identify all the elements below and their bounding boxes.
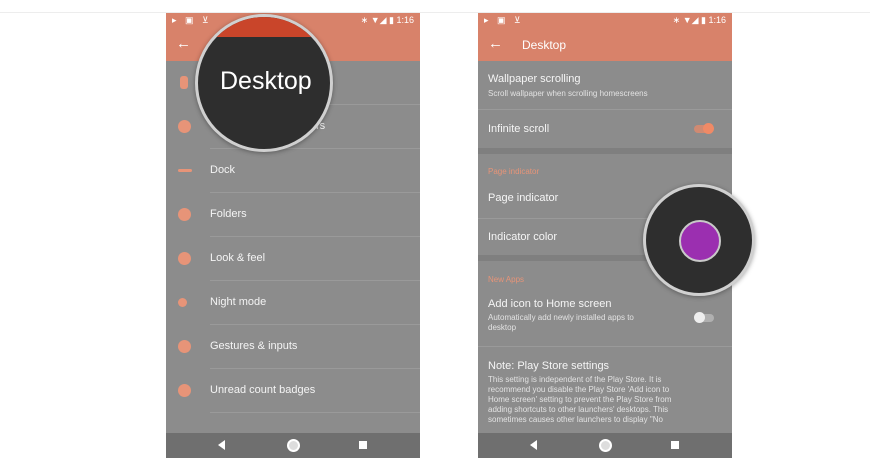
menu-item-label: Night mode — [210, 296, 267, 308]
emoji-icon — [178, 120, 191, 133]
setting-title: Indicator color — [488, 231, 558, 243]
app-bar: ← Desktop — [478, 29, 732, 61]
back-arrow-icon[interactable]: ← — [488, 35, 503, 52]
nav-home-icon[interactable] — [599, 439, 612, 452]
note-line: This setting is independent of the Play … — [488, 375, 662, 384]
magnified-desktop-label: Desktop — [220, 67, 312, 95]
menu-item-label: Unread count badges — [210, 384, 316, 396]
section-separator — [478, 148, 732, 154]
note-line: adding shortcuts to other launchers' des… — [488, 405, 669, 414]
setting-subtitle: Scroll wallpaper when scrolling homescre… — [488, 89, 648, 98]
top-separator-line — [0, 12, 870, 13]
menu-item-label: Look & feel — [210, 252, 266, 264]
back-arrow-icon[interactable]: ← — [176, 35, 191, 52]
magnifier-desktop: Desktop — [195, 14, 333, 152]
status-icons-left: ▸ ▣ ⊻ — [484, 15, 524, 25]
status-bar: ▸ ▣ ⊻ ∗ ▼◢ ▮ 1:16 — [478, 13, 732, 29]
menu-item-unread-badges[interactable]: Unread count badges — [166, 369, 420, 413]
folder-icon — [178, 208, 191, 221]
navigation-bar — [166, 433, 420, 458]
add-icon-toggle[interactable] — [694, 312, 714, 323]
setting-add-icon-home[interactable]: Add icon to Home screen Automatically ad… — [478, 291, 732, 345]
palette-icon — [178, 252, 191, 265]
nav-recents-icon[interactable] — [671, 441, 679, 449]
menu-item-dock[interactable]: Dock — [166, 149, 420, 193]
setting-subtitle-line1: Automatically add newly installed apps t… — [488, 313, 634, 322]
phone-icon — [180, 76, 188, 89]
menu-item-look-feel[interactable]: Look & feel — [166, 237, 420, 281]
menu-item-folders[interactable]: Folders — [166, 193, 420, 237]
gesture-icon — [178, 340, 191, 353]
setting-title: Wallpaper scrolling — [488, 73, 581, 85]
setting-title: Page indicator — [488, 192, 559, 204]
note-line: recommend you disable the Play Store 'Ad… — [488, 385, 670, 394]
section-header-new-apps: New Apps — [488, 275, 525, 284]
status-icons-right: ∗ ▼◢ ▮ 1:16 — [360, 15, 414, 25]
setting-infinite-scroll[interactable]: Infinite scroll — [478, 110, 732, 148]
page-title: Desktop — [522, 38, 567, 52]
badge-icon — [178, 384, 191, 397]
menu-item-label: Folders — [210, 208, 247, 220]
setting-wallpaper-scrolling[interactable]: Wallpaper scrolling Scroll wallpaper whe… — [478, 61, 732, 109]
magnifier-indicator-color — [643, 184, 755, 296]
setting-subtitle-line2: desktop — [488, 323, 517, 332]
setting-title: Add icon to Home screen — [488, 298, 612, 310]
nav-home-icon[interactable] — [287, 439, 300, 452]
toggle-knob — [694, 312, 705, 323]
menu-item-label: Gestures & inputs — [210, 340, 298, 352]
setting-title: Infinite scroll — [488, 123, 550, 135]
note-title: Note: Play Store settings — [488, 360, 610, 372]
nav-back-icon[interactable] — [218, 440, 225, 450]
magnified-app-bar — [198, 17, 330, 37]
setting-note-play-store: Note: Play Store settings This setting i… — [478, 347, 732, 433]
menu-item-gestures[interactable]: Gestures & inputs — [166, 325, 420, 369]
status-icons-right: ∗ ▼◢ ▮ 1:16 — [672, 15, 726, 25]
note-line: sometimes causes other launchers to disp… — [488, 415, 663, 424]
infinite-scroll-toggle[interactable] — [694, 123, 714, 134]
note-line: Home screen' setting to prevent the Play… — [488, 395, 672, 404]
menu-divider — [210, 412, 420, 413]
nav-back-icon[interactable] — [530, 440, 537, 450]
moon-icon — [178, 298, 187, 307]
section-header-page-indicator: Page indicator — [488, 167, 540, 176]
toggle-knob — [703, 123, 714, 134]
dock-icon — [178, 169, 192, 172]
navigation-bar — [478, 433, 732, 458]
indicator-color-swatch[interactable] — [679, 220, 721, 262]
menu-item-label: Dock — [210, 164, 236, 176]
menu-item-night-mode[interactable]: Night mode — [166, 281, 420, 325]
nav-recents-icon[interactable] — [359, 441, 367, 449]
